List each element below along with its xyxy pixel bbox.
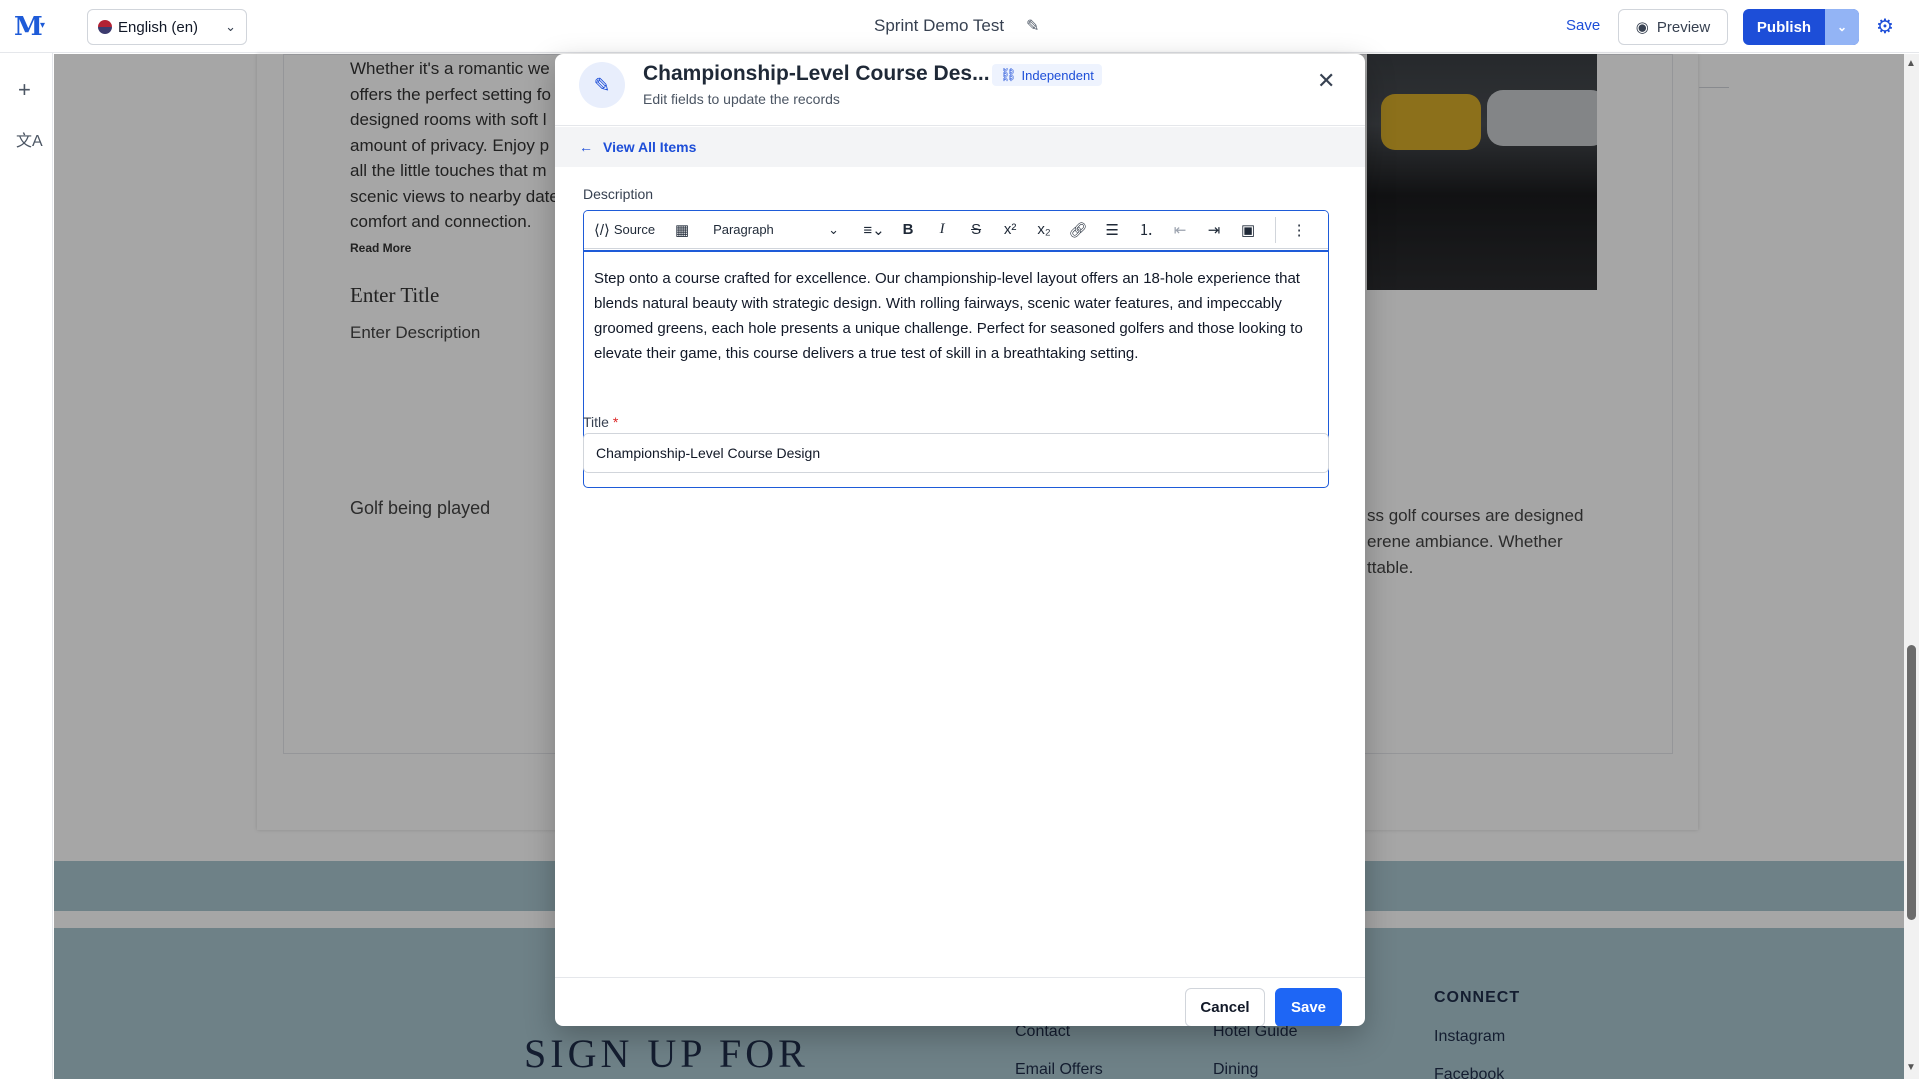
us-flag-icon	[98, 20, 112, 34]
edit-record-modal: ✎ Championship-Level Course Des... ⛓ Ind…	[555, 54, 1365, 1026]
source-icon: ⟨/⟩	[594, 221, 610, 239]
left-rail: + 文A	[0, 53, 53, 1079]
language-select[interactable]: English (en) ⌄	[87, 9, 247, 45]
description-label: Description	[583, 186, 654, 202]
bold-icon[interactable]: B	[895, 216, 921, 244]
preview-label: Preview	[1656, 18, 1711, 36]
close-icon[interactable]: ✕	[1317, 68, 1335, 94]
italic-icon[interactable]: I	[929, 216, 955, 244]
outdent-icon[interactable]: ⇤	[1167, 216, 1193, 244]
arrow-left-icon: ←	[579, 139, 593, 155]
indent-icon[interactable]: ⇥	[1201, 216, 1227, 244]
edit-title-icon[interactable]: ✎	[1026, 16, 1039, 36]
title-label-text: Title	[583, 414, 609, 430]
strikethrough-icon[interactable]: S	[963, 216, 989, 244]
superscript-icon[interactable]: x²	[997, 216, 1023, 244]
language-value: English (en)	[118, 18, 199, 36]
link-icon[interactable]: 🔗︎	[1065, 216, 1091, 244]
modal-header: ✎ Championship-Level Course Des... ⛓ Ind…	[555, 54, 1365, 126]
modal-title: Championship-Level Course Des...	[643, 62, 990, 85]
modal-footer: Cancel Save	[555, 977, 1365, 1026]
image-icon[interactable]: ▣	[1235, 216, 1261, 244]
source-label: Source	[613, 222, 656, 237]
editor-toolbar: ⟨/⟩ Source ▦ Paragraph ⌄ ≡⌄ B I S x² x₂ …	[584, 211, 1328, 249]
align-icon[interactable]: ≡⌄	[861, 216, 887, 244]
top-save-button[interactable]: Save	[1566, 17, 1600, 34]
numbered-list-icon[interactable]: ⒈	[1133, 216, 1159, 244]
cancel-button[interactable]: Cancel	[1185, 988, 1265, 1026]
title-label: Title *	[583, 414, 618, 430]
top-bar: M ▾ English (en) ⌄ Sprint Demo Test ✎ Sa…	[0, 0, 1919, 53]
pencil-icon: ✎	[579, 62, 625, 108]
required-marker: *	[612, 414, 619, 430]
add-icon[interactable]: +	[18, 77, 31, 103]
modal-subtitle: Edit fields to update the records	[643, 91, 840, 107]
publish-label: Publish	[1756, 18, 1812, 36]
publish-button[interactable]: Publish ⌄	[1743, 9, 1859, 45]
paragraph-format-value: Paragraph	[713, 222, 774, 237]
document-title: Sprint Demo Test	[874, 16, 1005, 35]
scroll-up-arrow-icon[interactable]: ▲	[1906, 58, 1916, 69]
independent-badge: ⛓ Independent	[992, 64, 1102, 86]
source-button[interactable]: ⟨/⟩ Source	[594, 216, 655, 244]
view-all-items-label: View All Items	[603, 139, 697, 155]
eye-icon: ◉	[1635, 19, 1649, 36]
preview-button[interactable]: ◉ Preview	[1618, 9, 1728, 45]
template-icon[interactable]: ▦	[669, 216, 695, 244]
link-off-icon: ⛓	[1000, 67, 1017, 82]
app-logo[interactable]: M	[14, 12, 43, 42]
bulleted-list-icon[interactable]: ☰	[1099, 216, 1125, 244]
subscript-icon[interactable]: x₂	[1031, 216, 1057, 244]
gear-icon[interactable]: ⚙	[1876, 14, 1894, 39]
toolbar-divider	[1275, 216, 1277, 243]
view-all-items-link[interactable]: ← View All Items	[555, 127, 1365, 167]
chevron-down-icon: ⌄	[828, 221, 840, 237]
publish-options-chevron-icon[interactable]: ⌄	[1825, 9, 1859, 45]
logo-chevron-down-icon[interactable]: ▾	[40, 20, 45, 31]
paragraph-format-select[interactable]: Paragraph ⌄	[703, 216, 843, 244]
more-options-icon[interactable]: ⋮	[1286, 216, 1312, 244]
scroll-down-arrow-icon[interactable]: ▼	[1906, 1062, 1916, 1073]
scrollbar-track[interactable]	[1904, 54, 1919, 1079]
title-input-value: Championship-Level Course Design	[596, 445, 821, 461]
save-button[interactable]: Save	[1275, 988, 1342, 1026]
badge-label: Independent	[1021, 67, 1094, 83]
chevron-down-icon: ⌄	[225, 19, 236, 34]
translate-icon[interactable]: 文A	[16, 127, 43, 151]
scrollbar-thumb[interactable]	[1907, 645, 1916, 920]
title-input[interactable]: Championship-Level Course Design	[583, 433, 1329, 473]
